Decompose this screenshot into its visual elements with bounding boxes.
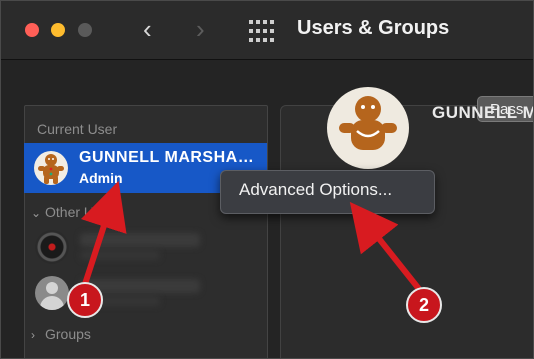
step-1-badge: 1: [67, 282, 103, 318]
users-groups-window: ‹ › Users & Groups Current User GUNNELL …: [0, 0, 534, 359]
arrow-step2: [349, 201, 422, 291]
step-2-badge: 2: [406, 287, 442, 323]
arrow-step1: [80, 180, 127, 285]
